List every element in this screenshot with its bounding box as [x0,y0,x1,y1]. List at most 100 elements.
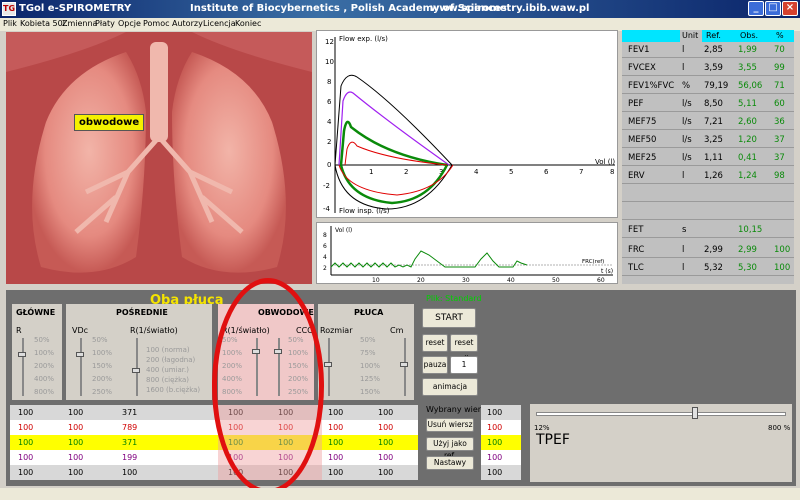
param-unit: l [682,245,685,255]
y-tick: 8 [323,232,327,239]
slider-tick: 200 (łagodna) [146,356,196,364]
menu-koniec[interactable]: Koniec [235,19,261,28]
menu-zmienna[interactable]: Zmienna [62,19,97,28]
url-title: www.spirometry.ibib.waw.pl [430,3,590,14]
pause-button[interactable]: pauza [422,356,448,374]
result-row-fvcex: FVCEX l 3,59 3,55 99 [622,60,794,76]
table-row[interactable]: 100 100 100 100 100 100 100 [10,465,418,480]
menu-plik[interactable]: Plik [3,19,17,28]
y-tick: -4 [323,205,331,213]
delete-row-button[interactable]: Usuń wiersz [426,418,474,432]
slider-tick: 400 (umiar.) [146,366,189,374]
menu-opcje[interactable]: Opcje [118,19,141,28]
header-unit: Unit [682,31,699,40]
reset-all-button[interactable]: reset all [450,334,478,363]
grid-cell: 100 [328,468,344,477]
param-ref: 2,99 [704,245,723,255]
param-obs: 0,41 [738,153,757,163]
header-obs: Obs. [740,31,759,40]
slider-tick: 50% [92,336,108,344]
animation-button[interactable]: animacja [422,378,478,396]
tpef-slider-knob[interactable] [692,407,699,419]
grid-cell[interactable]: 100 [481,450,521,465]
param-name: FVCEX [628,63,656,73]
slider-tick: 800% [34,388,55,396]
grid-cell[interactable]: 100 [481,405,521,420]
table-row[interactable]: 100 100 371 100 100 100 100 [10,405,418,420]
rob-slider-knob[interactable] [252,349,260,354]
grid-cell: 100 [228,408,244,417]
rozmiar-slider-track [328,338,330,396]
slider-tick: 100% [360,362,381,370]
r-slider-knob[interactable] [18,352,26,357]
settings-button[interactable]: Nastawy [426,456,474,470]
rozmiar-slider-knob[interactable] [324,362,332,367]
menu-pomoc[interactable]: Pomoc [143,19,170,28]
green-loop-insp [339,164,449,205]
grid-cell: 100 [18,423,34,432]
param-pct: 100 [774,245,791,255]
param-ref: 3,25 [704,135,723,145]
speed-field[interactable]: 1 [450,356,478,374]
slider-tick: 50% [288,336,304,344]
volume-time-chart: Vol (l) FRC(ref) t (s) 8 6 4 2 10 20 30 … [316,222,618,284]
ri-slider-knob[interactable] [132,368,140,373]
param-obs: 2,99 [738,245,757,255]
table-row[interactable]: 100 100 789 100 100 100 100 [10,420,418,435]
slider-tick: 50% [34,336,50,344]
grid-cell[interactable]: 100 [481,465,521,480]
param-unit: l/s [682,153,692,163]
param-ref: 79,19 [704,81,729,91]
x-tick: 30 [462,277,470,283]
table-row-selected[interactable]: 100 100 371 100 100 100 100 [10,435,418,450]
grid-cell[interactable]: 100 [481,420,521,435]
rozmiar-label: Rozmiar [320,326,353,335]
status-bar [0,488,800,500]
ccc-slider-knob[interactable] [274,349,282,354]
x-tick: 20 [417,277,425,283]
x-tick: 8 [610,168,614,176]
maximize-icon[interactable]: □ [765,1,781,16]
grid-cell: 789 [122,423,138,432]
slider-tick: 200% [222,362,243,370]
use-as-ref-button[interactable]: Użyj jako ref. [426,437,474,460]
slider-tick: 100% [92,349,113,357]
tpef-slider-track[interactable] [536,412,786,416]
param-pct: 70 [774,45,785,55]
vdc-slider-knob[interactable] [76,352,84,357]
slider-tick: 200% [34,362,55,370]
grid-cell: 100 [18,468,34,477]
x-tick: 50 [552,277,560,283]
slider-tick: 125% [360,375,381,383]
close-icon[interactable]: × [782,1,798,16]
x-tick: 60 [597,277,605,283]
slider-tick: 50% [222,336,238,344]
menu-autorzy[interactable]: Autorzy [172,19,203,28]
cm-label: Cm [390,326,404,335]
grid-cell[interactable]: 100 [481,435,521,450]
param-pct: 100 [774,263,791,273]
r-label: R [16,326,22,335]
param-name: ERV [628,171,645,181]
grid-cell: 100 [122,468,138,477]
selected-row-label: Wybrany wiersz [426,405,490,414]
menu-licencja[interactable]: Licencja [203,19,236,28]
slider-tick: 250% [288,388,309,396]
minimize-icon[interactable]: _ [748,1,764,16]
slider-tick: 200% [92,375,113,383]
file-label: Plik: Standard [426,294,482,303]
param-unit: l [682,45,685,55]
cm-slider-knob[interactable] [400,362,408,367]
section-title-glowne: GŁÓWNE [16,308,56,317]
start-button[interactable]: START [422,308,476,328]
param-unit: l [682,171,685,181]
grid-cell: 100 [68,408,84,417]
table-row[interactable]: 100 100 199 100 100 100 100 [10,450,418,465]
param-name: MEF50 [628,135,657,145]
reset-button[interactable]: reset [422,334,448,352]
menu-kobieta[interactable]: Kobieta 50l. [20,19,68,28]
flow-exp-label: Flow exp. (l/s) [339,35,388,43]
tpef-min-label: 12% [534,424,550,432]
menu-platy[interactable]: Płaty [95,19,115,28]
slider-tick: 50% [360,336,376,344]
